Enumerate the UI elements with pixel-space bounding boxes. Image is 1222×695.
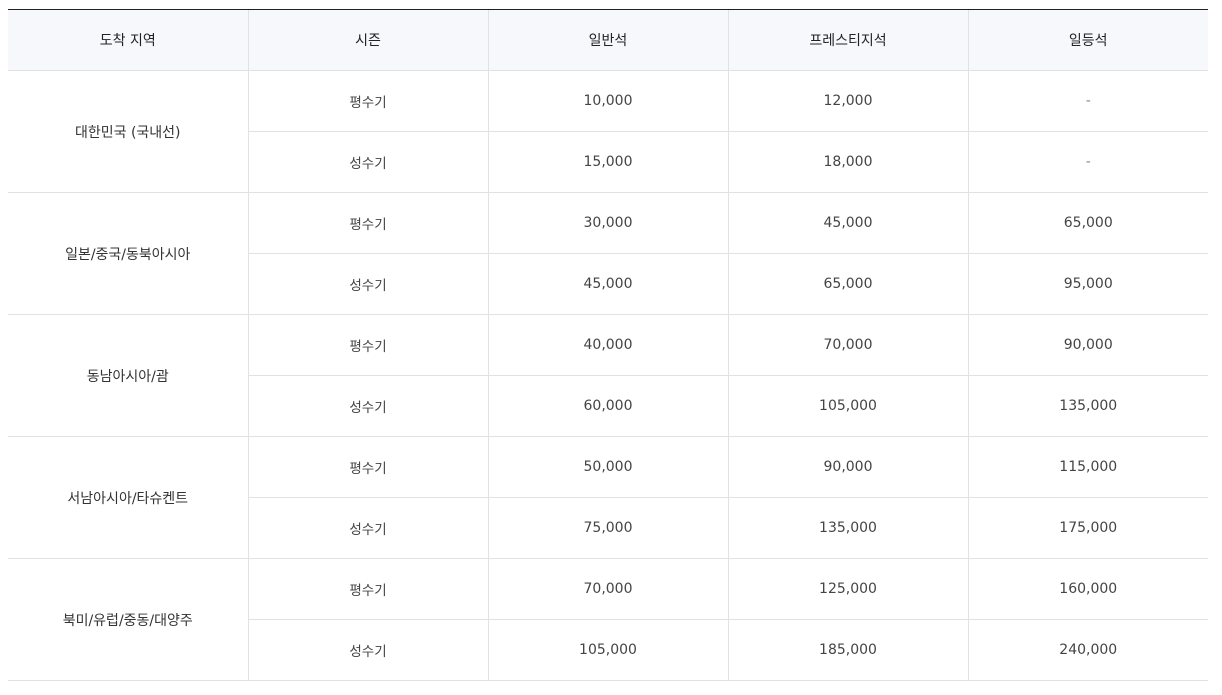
economy-cell: 45,000: [487, 253, 728, 315]
first-cell: 95,000: [967, 253, 1208, 315]
first-cell: -: [967, 70, 1208, 132]
season-cell: 성수기: [247, 375, 488, 437]
season-cell: 평수기: [247, 314, 488, 376]
header-season: 시즌: [247, 9, 488, 71]
table-row: 서남아시아/타슈켄트 평수기 50,000 90,000 115,000: [8, 436, 1208, 559]
economy-cell: 40,000: [487, 314, 728, 376]
region-cell: 동남아시아/괌: [8, 314, 248, 437]
header-first: 일등석: [967, 9, 1208, 71]
header-economy: 일반석: [487, 9, 728, 71]
economy-cell: 30,000: [487, 192, 728, 254]
mileage-table: 도착 지역 시즌 일반석 프레스티지석 일등석 대한민국 (국내선) 평수기 1…: [8, 9, 1208, 681]
economy-cell: 75,000: [487, 497, 728, 559]
prestige-cell: 45,000: [727, 192, 968, 254]
table-row: 일본/중국/동북아시아 평수기 30,000 45,000 65,000: [8, 192, 1208, 315]
first-cell: 160,000: [967, 558, 1208, 620]
prestige-cell: 185,000: [727, 619, 968, 681]
season-cell: 성수기: [247, 497, 488, 559]
region-cell: 서남아시아/타슈켄트: [8, 436, 248, 559]
first-cell: 65,000: [967, 192, 1208, 254]
economy-cell: 50,000: [487, 436, 728, 498]
season-cell: 평수기: [247, 192, 488, 254]
table-body: 대한민국 (국내선) 평수기 10,000 12,000 - 성수기 15,00…: [8, 70, 1208, 681]
first-cell: 240,000: [967, 619, 1208, 681]
economy-cell: 60,000: [487, 375, 728, 437]
economy-cell: 10,000: [487, 70, 728, 132]
economy-cell: 70,000: [487, 558, 728, 620]
prestige-cell: 12,000: [727, 70, 968, 132]
region-cell: 대한민국 (국내선): [8, 70, 248, 193]
header-prestige: 프레스티지석: [727, 9, 968, 71]
season-cell: 성수기: [247, 619, 488, 681]
first-cell: 90,000: [967, 314, 1208, 376]
table-header: 도착 지역 시즌 일반석 프레스티지석 일등석: [8, 9, 1208, 71]
first-cell: 135,000: [967, 375, 1208, 437]
prestige-cell: 70,000: [727, 314, 968, 376]
table-row: 동남아시아/괌 평수기 40,000 70,000 90,000: [8, 314, 1208, 437]
prestige-cell: 18,000: [727, 131, 968, 193]
first-cell: 115,000: [967, 436, 1208, 498]
prestige-cell: 105,000: [727, 375, 968, 437]
region-cell: 북미/유럽/중동/대양주: [8, 558, 248, 681]
prestige-cell: 90,000: [727, 436, 968, 498]
mileage-table-container: 도착 지역 시즌 일반석 프레스티지석 일등석 대한민국 (국내선) 평수기 1…: [8, 9, 1208, 681]
season-cell: 평수기: [247, 558, 488, 620]
prestige-cell: 65,000: [727, 253, 968, 315]
header-region: 도착 지역: [8, 9, 248, 71]
header-row: 도착 지역 시즌 일반석 프레스티지석 일등석: [8, 9, 1208, 71]
region-cell: 일본/중국/동북아시아: [8, 192, 248, 315]
season-cell: 평수기: [247, 70, 488, 132]
prestige-cell: 135,000: [727, 497, 968, 559]
season-cell: 평수기: [247, 436, 488, 498]
season-cell: 성수기: [247, 131, 488, 193]
prestige-cell: 125,000: [727, 558, 968, 620]
economy-cell: 15,000: [487, 131, 728, 193]
economy-cell: 105,000: [487, 619, 728, 681]
season-cell: 성수기: [247, 253, 488, 315]
table-row: 북미/유럽/중동/대양주 평수기 70,000 125,000 160,000: [8, 558, 1208, 681]
first-cell: -: [967, 131, 1208, 193]
table-row: 대한민국 (국내선) 평수기 10,000 12,000 -: [8, 70, 1208, 193]
first-cell: 175,000: [967, 497, 1208, 559]
